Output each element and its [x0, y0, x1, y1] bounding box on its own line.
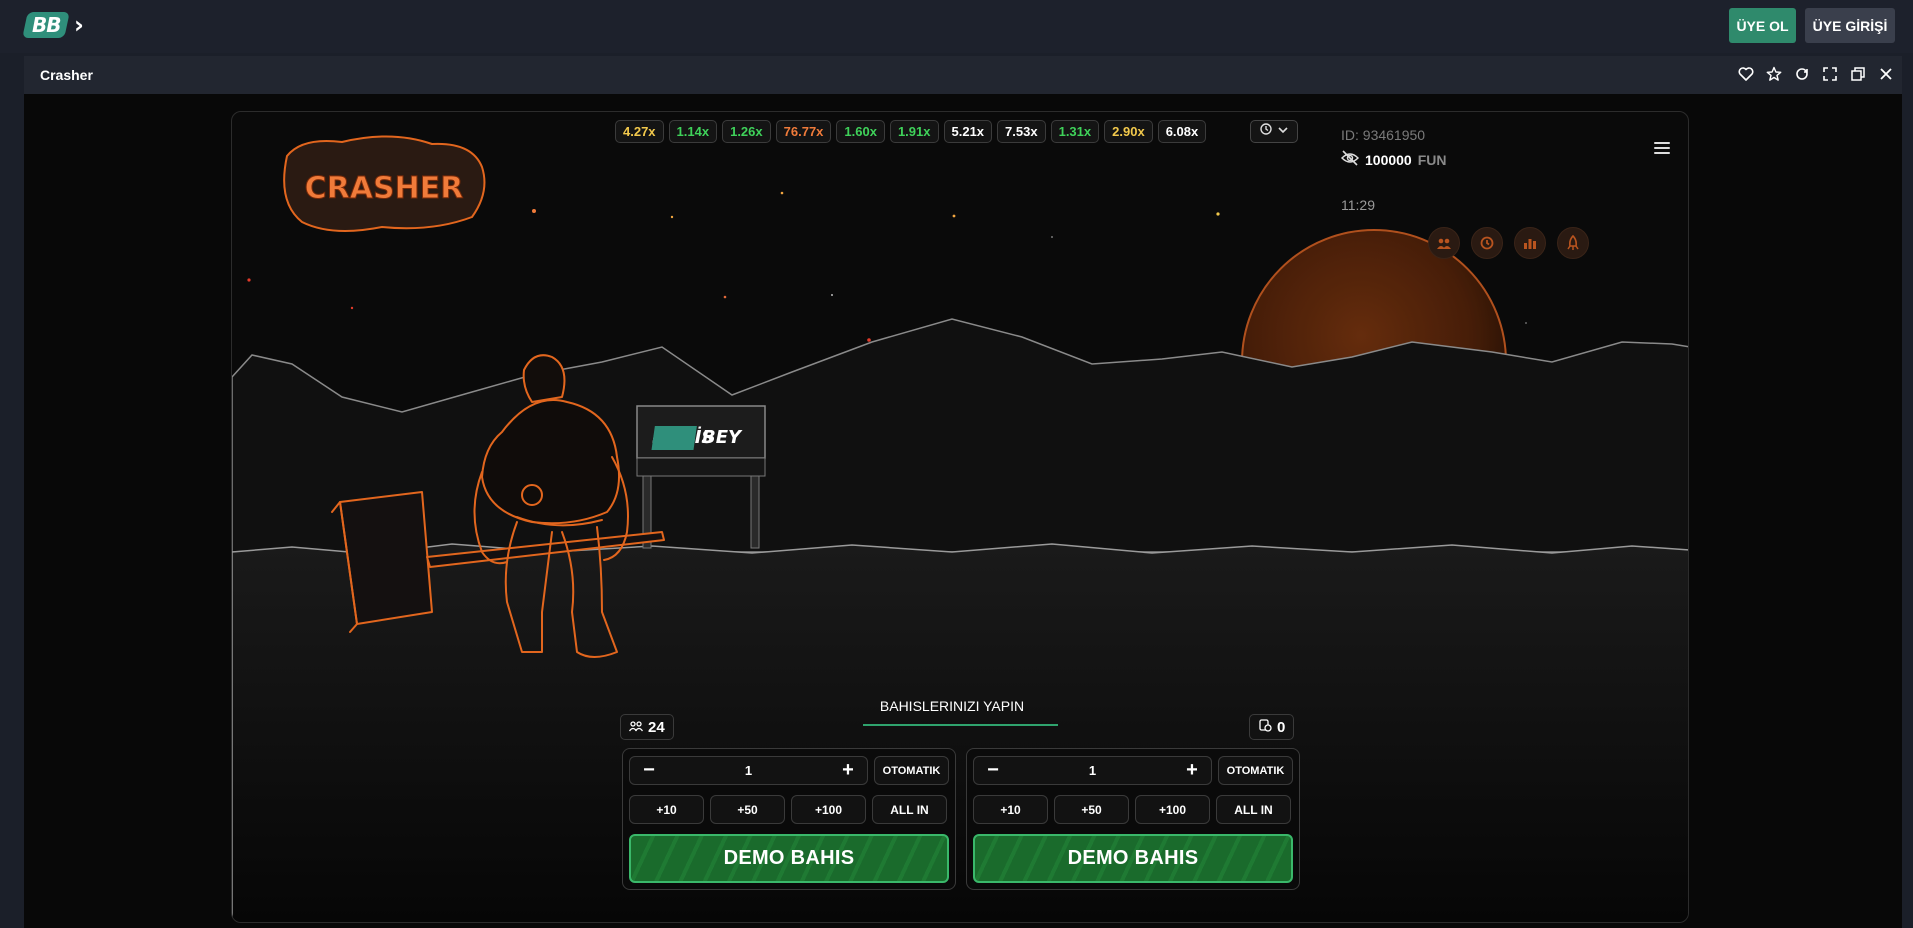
ground: [232, 543, 1688, 922]
bet-panel-1: − 1 + OTOMATIK +10 +50 +100 ALL IN DEMO …: [622, 748, 956, 890]
auto-button[interactable]: OTOMATIK: [874, 756, 949, 785]
hamburger-menu-icon[interactable]: [1654, 142, 1670, 156]
decrease-button[interactable]: −: [984, 759, 1002, 782]
all-in-button[interactable]: ALL IN: [872, 795, 947, 824]
active-tab-indicator: [863, 724, 1058, 726]
game-window-header: Crasher: [24, 56, 1902, 94]
history-multiplier-pill: 1.14x: [668, 120, 718, 143]
mountains: [232, 318, 1688, 553]
close-icon[interactable]: [1876, 64, 1896, 84]
history-multiplier-pill: 6.08x: [1157, 120, 1207, 143]
logo-text: BB: [31, 13, 61, 37]
game-tools: [1428, 227, 1589, 259]
quick-add-100-button[interactable]: +100: [791, 795, 866, 824]
bet-amount-value[interactable]: 1: [745, 763, 752, 778]
history-multiplier-pill: 1.26x: [722, 120, 771, 143]
history-multiplier-pill: 1.31x: [1050, 120, 1100, 143]
signup-button[interactable]: ÜYE OL: [1729, 8, 1796, 43]
popout-icon[interactable]: [1848, 64, 1868, 84]
game-title: Crasher: [40, 67, 93, 83]
eye-off-icon[interactable]: [1340, 150, 1360, 169]
history-multiplier-pill: 1.91x: [889, 120, 939, 143]
place-bets-tab[interactable]: BAHISLERINIZI YAPIN: [852, 698, 1052, 714]
history-multiplier-pill: 7.53x: [997, 120, 1046, 143]
players-icon[interactable]: [1428, 227, 1460, 259]
bet-panel-2: − 1 + OTOMATIK +10 +50 +100 ALL IN DEMO …: [966, 748, 1300, 890]
balance: 100000 FUN: [1340, 150, 1447, 169]
players-count: 24: [648, 718, 665, 736]
history-multiplier-pill: 2.90x: [1104, 120, 1153, 143]
refresh-icon[interactable]: [1792, 64, 1812, 84]
bet-amount-value[interactable]: 1: [1089, 763, 1096, 778]
billboard-text-bey: BEY: [702, 427, 743, 448]
login-button[interactable]: ÜYE GİRİŞİ: [1805, 8, 1895, 43]
bets-count-badge: 0: [1249, 714, 1295, 740]
expand-icon[interactable]: [1820, 64, 1840, 84]
quick-add-10-button[interactable]: +10: [629, 795, 704, 824]
heart-icon[interactable]: [1736, 64, 1756, 84]
balance-amount: 100000: [1365, 151, 1412, 168]
history-toggle[interactable]: [1250, 120, 1298, 143]
top-bar: BB › ÜYE OL ÜYE GİRİŞİ: [0, 0, 1913, 53]
quick-amount-buttons: +10 +50 +100 ALL IN: [973, 795, 1291, 824]
demo-bet-button[interactable]: DEMO BAHIS: [973, 834, 1293, 883]
quick-add-100-button[interactable]: +100: [1135, 795, 1210, 824]
bet-amount-stepper: − 1 +: [629, 756, 868, 785]
multiplier-history: 4.27x 1.14x 1.26x 76.77x 1.60x 1.91x 5.21x 7.53…: [615, 120, 1207, 143]
rocket-icon[interactable]: [1557, 227, 1589, 259]
auto-button[interactable]: OTOMATIK: [1218, 756, 1293, 785]
quick-amount-buttons: +10 +50 +100 ALL IN: [629, 795, 947, 824]
increase-button[interactable]: +: [839, 759, 857, 782]
balance-currency: FUN: [1417, 151, 1447, 168]
quick-add-50-button[interactable]: +50: [710, 795, 785, 824]
bet-amount-stepper: − 1 +: [973, 756, 1212, 785]
quick-add-50-button[interactable]: +50: [1054, 795, 1129, 824]
clock-time: 11:29: [1341, 197, 1375, 213]
history-multiplier-pill: 5.21x: [943, 120, 993, 143]
game-frame: BAHİS BEY CRASHER: [231, 111, 1689, 923]
history-multiplier-pill: 4.27x: [615, 120, 664, 143]
history-clock-icon[interactable]: [1471, 227, 1503, 259]
chevron-down-icon: [1277, 123, 1289, 141]
crasher-logo: CRASHER: [283, 135, 486, 232]
players-count-badge: 24: [620, 714, 674, 740]
demo-bet-button[interactable]: DEMO BAHIS: [629, 834, 949, 883]
quick-add-10-button[interactable]: +10: [973, 795, 1048, 824]
coins-icon: [1258, 718, 1272, 736]
history-multiplier-pill: 76.77x: [775, 120, 832, 143]
decrease-button[interactable]: −: [640, 759, 658, 782]
stats-icon[interactable]: [1514, 227, 1546, 259]
chevron-right-icon[interactable]: ›: [74, 11, 84, 39]
bets-count: 0: [1277, 718, 1286, 736]
history-multiplier-pill: 1.60x: [836, 120, 885, 143]
player-id: ID: 93461950: [1341, 127, 1426, 143]
all-in-button[interactable]: ALL IN: [1216, 795, 1291, 824]
increase-button[interactable]: +: [1183, 759, 1201, 782]
star-icon[interactable]: [1764, 64, 1784, 84]
users-icon: [628, 719, 644, 736]
history-icon: [1259, 122, 1273, 141]
crasher-logo-text: CRASHER: [305, 171, 464, 206]
site-logo[interactable]: BB: [22, 12, 70, 38]
